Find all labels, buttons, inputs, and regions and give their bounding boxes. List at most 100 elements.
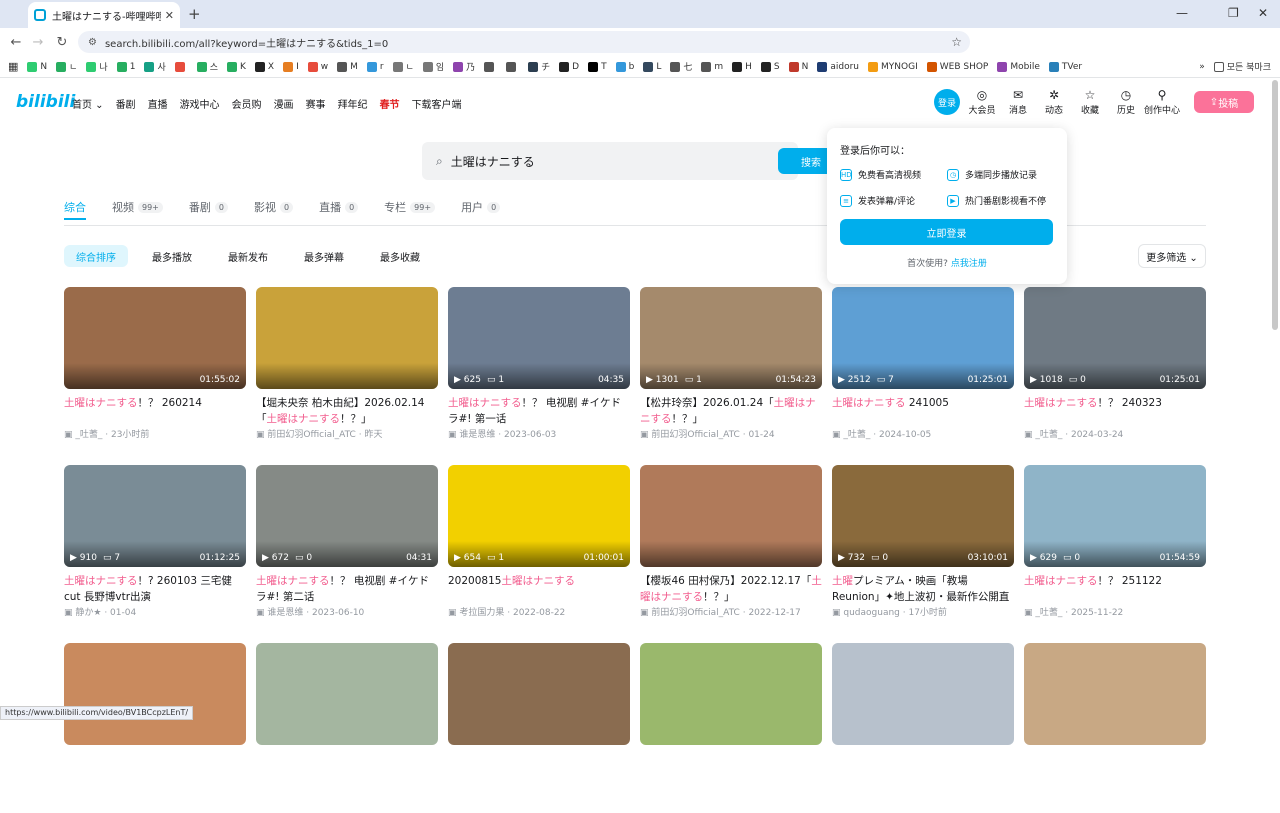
nav-item[interactable]: 会员购: [232, 96, 262, 111]
tab-5[interactable]: 专栏 99+: [384, 199, 436, 215]
bookmark-item[interactable]: M: [337, 61, 358, 72]
video-thumbnail[interactable]: [1024, 643, 1206, 745]
video-card[interactable]: 【櫻坂46 田村保乃】2022.12.17「土曜はナニする！？」 ▣ 前田幻羽Of…: [640, 465, 822, 635]
video-title[interactable]: 土曜はナニする！? 260103 三宅健cut 長野博vtr出演: [64, 573, 246, 605]
bookmark-item[interactable]: S: [760, 61, 780, 72]
bookmark-item[interactable]: r: [366, 61, 384, 72]
sort-option[interactable]: 最多收藏: [368, 245, 432, 267]
bookmark-item[interactable]: L: [643, 61, 661, 72]
video-title[interactable]: 【松井玲奈】2026.01.24「土曜はナニする！？」: [640, 395, 822, 427]
video-card[interactable]: [1024, 643, 1206, 813]
video-card[interactable]: ▶ 2512 ▭ 7 01:25:01 土曜はナニする 241005 ▣ _吐蓍_ · …: [832, 287, 1014, 457]
header-icon-3[interactable]: ☆ 收藏: [1070, 88, 1110, 116]
video-card[interactable]: [64, 643, 246, 813]
video-title[interactable]: 【堀未央奈 柏木由紀】2026.02.14「土曜はナニする！？」: [256, 395, 438, 427]
bookmark-item[interactable]: チ: [528, 60, 550, 73]
uploader-name[interactable]: _吐蓍_: [1035, 608, 1062, 618]
header-icon-5[interactable]: ⚲ 创作中心: [1142, 88, 1182, 116]
header-icon-2[interactable]: ✲ 动态: [1034, 88, 1074, 116]
sort-option[interactable]: 最多播放: [140, 245, 204, 267]
uploader-name[interactable]: 考拉国力果: [459, 608, 504, 618]
bookmark-item[interactable]: N: [788, 61, 808, 72]
video-thumbnail[interactable]: [256, 287, 438, 389]
apps-grid-icon[interactable]: ▦: [8, 60, 18, 73]
nav-item[interactable]: 赛事: [306, 96, 326, 111]
bookmark-item[interactable]: T: [588, 61, 607, 72]
tab-0[interactable]: 综合: [64, 199, 86, 215]
uploader-name[interactable]: 谁是恩维: [267, 608, 303, 618]
bookmark-item[interactable]: 스: [196, 60, 218, 73]
video-card[interactable]: ▶ 625 ▭ 1 04:35 土曜はナニする！？ 电视剧 #イケドラ#! 第一话 ▣ …: [448, 287, 630, 457]
bookmark-item[interactable]: b: [615, 61, 634, 72]
maximize-button[interactable]: ❐: [1228, 6, 1239, 20]
login-now-button[interactable]: 立即登录: [840, 219, 1053, 245]
bookmark-item[interactable]: K: [227, 61, 246, 72]
video-card[interactable]: [832, 643, 1014, 813]
nav-item[interactable]: 下载客户端: [412, 96, 462, 111]
bookmark-item[interactable]: 七: [670, 60, 692, 73]
uploader-name[interactable]: 前田幻羽Official_ATC: [651, 430, 739, 440]
video-thumbnail[interactable]: ▶ 672 ▭ 0 04:31: [256, 465, 438, 567]
forward-button[interactable]: →: [26, 35, 50, 50]
nav-item[interactable]: 游戏中心: [180, 96, 220, 111]
more-filter-button[interactable]: 更多筛选 ⌄: [1138, 244, 1206, 268]
video-thumbnail[interactable]: [832, 643, 1014, 745]
nav-item[interactable]: 直播: [148, 96, 168, 111]
video-card[interactable]: ▶ 1301 ▭ 1 01:54:23 【松井玲奈】2026.01.24「土曜はナニす…: [640, 287, 822, 457]
bookmark-item[interactable]: [484, 61, 497, 72]
bookmark-item[interactable]: H: [732, 61, 752, 72]
bookmark-item[interactable]: 임: [422, 60, 444, 73]
bookmark-item[interactable]: 1: [116, 61, 135, 72]
nav-item[interactable]: 拜年纪: [338, 96, 368, 111]
new-tab-button[interactable]: +: [188, 5, 201, 23]
video-thumbnail[interactable]: [256, 643, 438, 745]
video-thumbnail[interactable]: ▶ 654 ▭ 1 01:00:01: [448, 465, 630, 567]
video-thumbnail[interactable]: [64, 643, 246, 745]
video-card[interactable]: ▶ 732 ▭ 0 03:10:01 土曜プレミアム・映画「教場 Reunion」✦地…: [832, 465, 1014, 635]
site-info-icon[interactable]: ⚙: [88, 37, 97, 48]
bookmark-item[interactable]: X: [254, 61, 274, 72]
uploader-name[interactable]: 前田幻羽Official_ATC: [267, 430, 355, 440]
video-thumbnail[interactable]: ▶ 2512 ▭ 7 01:25:01: [832, 287, 1014, 389]
sort-option[interactable]: 最多弹幕: [292, 245, 356, 267]
video-thumbnail[interactable]: ▶ 910 ▭ 7 01:12:25: [64, 465, 246, 567]
video-title[interactable]: 土曜はナニする！？ 251122: [1024, 573, 1206, 605]
minimize-button[interactable]: —: [1176, 6, 1188, 20]
bookmark-item[interactable]: ㄴ: [56, 60, 77, 73]
video-card[interactable]: ▶ 672 ▭ 0 04:31 土曜はナニする！？ 电视剧 #イケドラ#! 第二话 ▣ …: [256, 465, 438, 635]
nav-item[interactable]: 番剧: [116, 96, 136, 111]
uploader-name[interactable]: 谁是恩维: [459, 430, 495, 440]
video-thumbnail[interactable]: ▶ 1018 ▭ 0 01:25:01: [1024, 287, 1206, 389]
header-icon-4[interactable]: ◷ 历史: [1106, 88, 1146, 116]
uploader-name[interactable]: _吐蓍_: [75, 430, 102, 440]
video-card[interactable]: [448, 643, 630, 813]
bookmark-item[interactable]: [174, 61, 188, 72]
bookmark-item[interactable]: 사: [144, 60, 166, 73]
video-card[interactable]: ▶ 1018 ▭ 0 01:25:01 土曜はナニする！？ 240323 ▣ _吐蓍_ …: [1024, 287, 1206, 457]
tab-1[interactable]: 视频 99+: [112, 199, 163, 215]
video-card[interactable]: 01:55:02 土曜はナニする！？ 260214 ▣ _吐蓍_ · 23小时前: [64, 287, 246, 457]
reload-button[interactable]: ↻: [50, 35, 74, 50]
upload-button[interactable]: ⇪ 投稿: [1194, 91, 1254, 113]
video-title[interactable]: 【櫻坂46 田村保乃】2022.12.17「土曜はナニする！？」: [640, 573, 822, 605]
sort-option[interactable]: 最新发布: [216, 245, 280, 267]
video-thumbnail[interactable]: ▶ 732 ▭ 0 03:10:01: [832, 465, 1014, 567]
nav-item[interactable]: 首页 ⌄: [72, 96, 104, 111]
video-thumbnail[interactable]: ▶ 625 ▭ 1 04:35: [448, 287, 630, 389]
bookmark-item[interactable]: I: [283, 61, 299, 72]
bookmark-item[interactable]: w: [307, 61, 328, 72]
bilibili-logo[interactable]: bilibili: [16, 92, 75, 112]
video-title[interactable]: 土曜はナニする！？ 260214: [64, 395, 246, 427]
bookmark-item[interactable]: D: [559, 61, 579, 72]
uploader-name[interactable]: 静か★: [75, 608, 101, 618]
close-window-button[interactable]: ✕: [1258, 6, 1268, 20]
tab-4[interactable]: 直播 0: [319, 199, 359, 215]
video-title[interactable]: 土曜プレミアム・映画「教場 Reunion」✦地上波初・最新作公開直前SP: [832, 573, 1014, 605]
tab-6[interactable]: 用户 0: [461, 199, 501, 215]
video-thumbnail[interactable]: [640, 465, 822, 567]
nav-item[interactable]: 漫画: [274, 96, 294, 111]
video-card[interactable]: ▶ 910 ▭ 7 01:12:25 土曜はナニする！? 260103 三宅健cut …: [64, 465, 246, 635]
uploader-name[interactable]: 前田幻羽Official_ATC: [651, 608, 739, 618]
video-title[interactable]: 土曜はナニする！？ 240323: [1024, 395, 1206, 427]
sort-option[interactable]: 综合排序: [64, 245, 128, 267]
